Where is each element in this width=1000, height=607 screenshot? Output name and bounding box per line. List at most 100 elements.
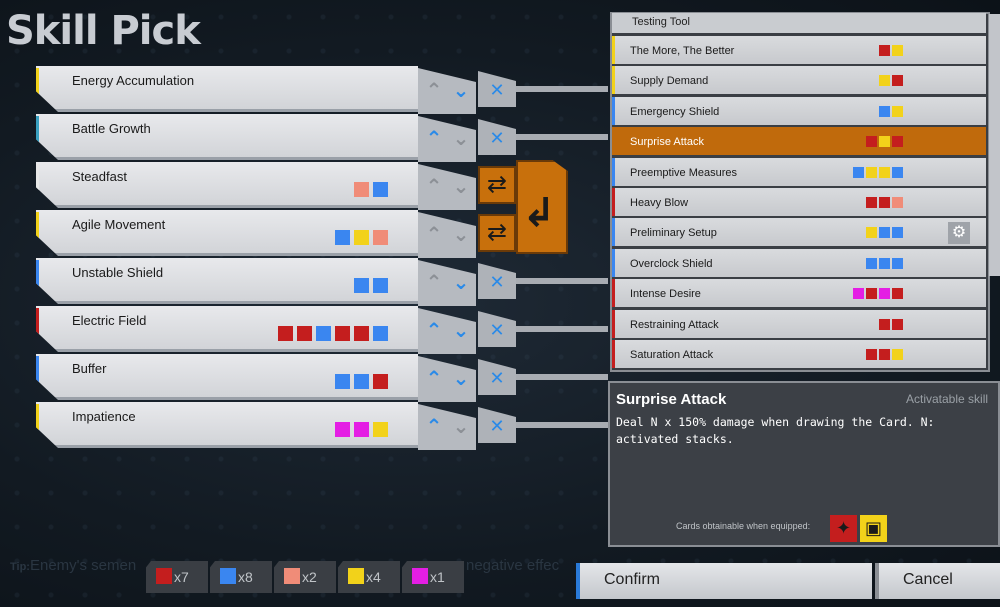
- yellow-cost-square: [892, 45, 903, 56]
- skill-slot[interactable]: Agile Movement: [36, 210, 418, 256]
- connector-line: [516, 134, 608, 140]
- move-down-icon[interactable]: ⌄: [449, 272, 473, 294]
- skill-list-item[interactable]: Emergency Shield: [612, 96, 986, 125]
- skill-list-item-name: Heavy Blow: [630, 197, 689, 209]
- card-count: x4: [366, 569, 381, 585]
- salmon-cost-square: [373, 230, 388, 245]
- card-count: x1: [430, 569, 445, 585]
- blue-cost-square: [373, 326, 388, 341]
- skill-cost-row: [853, 166, 903, 178]
- skill-list-item-name: Preemptive Measures: [630, 166, 737, 179]
- skill-slot[interactable]: Buffer: [36, 354, 418, 400]
- salmon-cost-square: [354, 182, 369, 197]
- blue-cost-square: [373, 182, 388, 197]
- connector-line: [516, 278, 608, 284]
- red-cost-square: [892, 75, 903, 87]
- red-cost-square: [297, 326, 312, 341]
- skill-list-item-name: Intense Desire: [630, 288, 701, 301]
- magenta-cost-square: [335, 422, 350, 437]
- skill-slot[interactable]: Energy Accumulation: [36, 66, 418, 112]
- red-cost-square: [278, 326, 293, 341]
- card-count: x8: [238, 569, 253, 585]
- skill-list-item[interactable]: Intense Desire: [612, 279, 986, 308]
- skill-list-item[interactable]: Restraining Attack: [612, 309, 986, 338]
- move-down-icon[interactable]: ⌄: [449, 128, 473, 150]
- yellow-cost-square: [879, 136, 890, 148]
- move-up-icon[interactable]: ⌃: [422, 224, 446, 246]
- skill-slot[interactable]: Impatience: [36, 402, 418, 448]
- magenta-card-icon: [412, 568, 428, 584]
- skill-list-item[interactable]: Overclock Shield: [612, 248, 986, 277]
- move-up-icon[interactable]: ⌃: [422, 80, 446, 102]
- move-up-icon[interactable]: ⌃: [422, 128, 446, 150]
- scrollbar[interactable]: [989, 14, 1000, 276]
- red-cost-square: [879, 349, 890, 360]
- skill-cost-row: [866, 349, 903, 360]
- skill-list-item[interactable]: Supply Demand: [612, 66, 986, 95]
- yellow-cost-square: [892, 349, 903, 360]
- tip-text-tail: negative effec: [466, 557, 560, 574]
- red-cost-square: [335, 326, 350, 341]
- move-down-icon[interactable]: ⌄: [449, 416, 473, 438]
- skill-slot-name: Impatience: [72, 409, 136, 424]
- skill-list-item[interactable]: Heavy Blow: [612, 188, 986, 216]
- move-down-icon[interactable]: ⌄: [449, 176, 473, 198]
- cancel-button[interactable]: Cancel: [875, 563, 1000, 599]
- gear-icon[interactable]: ⚙: [948, 222, 970, 244]
- skill-list-item[interactable]: Saturation Attack: [612, 340, 986, 368]
- move-down-icon[interactable]: ⌄: [449, 368, 473, 390]
- card-count: x2: [302, 569, 317, 585]
- move-up-icon[interactable]: ⌃: [422, 368, 446, 390]
- yellow-cost-square: [879, 75, 890, 87]
- red-card-icon: [156, 568, 172, 584]
- detail-description: Deal N x 150% damage when drawing the Ca…: [616, 415, 935, 446]
- magenta-cost-square: [354, 422, 369, 437]
- blue-cost-square: [879, 227, 890, 239]
- red-cost-square: [866, 349, 877, 360]
- skill-slot[interactable]: Steadfast: [36, 162, 418, 208]
- confirm-button[interactable]: Confirm: [576, 563, 872, 599]
- blue-cost-square: [335, 230, 350, 245]
- skill-slot-name: Unstable Shield: [72, 265, 164, 280]
- move-up-icon[interactable]: ⌃: [422, 176, 446, 198]
- page-title: Skill Pick: [6, 8, 201, 54]
- skill-cost-row: [879, 45, 903, 56]
- yellow-cost-square: [866, 166, 877, 178]
- salmon-card-icon: [284, 568, 300, 584]
- red-cost-square: [866, 197, 877, 208]
- skill-list-item-name: Supply Demand: [630, 75, 709, 88]
- red-cost-square: [866, 288, 877, 300]
- yellow-card-icon: ▣: [860, 515, 887, 542]
- yellow-cost-square: [866, 227, 877, 239]
- skill-cost-row: [866, 257, 903, 269]
- swap-icon[interactable]: ⇄: [478, 166, 516, 204]
- blue-cost-square: [892, 257, 903, 269]
- salmon-cost-square: [892, 197, 903, 208]
- skill-list-item[interactable]: Preemptive Measures: [612, 157, 986, 186]
- red-cost-square: [879, 318, 890, 330]
- return-arrow-icon: ↲: [522, 191, 556, 235]
- skill-slot[interactable]: Electric Field: [36, 306, 418, 352]
- skill-list-item[interactable]: The More, The Better: [612, 36, 986, 64]
- blue-cost-square: [892, 166, 903, 178]
- card-counter-magenta: x1: [402, 561, 464, 593]
- red-cost-square: [879, 197, 890, 208]
- skill-list-item[interactable]: Surprise Attack: [612, 127, 986, 156]
- magenta-cost-square: [879, 288, 890, 300]
- move-up-icon[interactable]: ⌃: [422, 272, 446, 294]
- skill-slot-name: Energy Accumulation: [72, 73, 195, 88]
- move-down-icon[interactable]: ⌄: [449, 320, 473, 342]
- skill-slot-name: Agile Movement: [72, 217, 166, 232]
- skill-list-item[interactable]: Preliminary Setup: [612, 218, 986, 247]
- red-cost-square: [354, 326, 369, 341]
- move-down-icon[interactable]: ⌄: [449, 224, 473, 246]
- move-up-icon[interactable]: ⌃: [422, 416, 446, 438]
- swap-icon[interactable]: ⇄: [478, 214, 516, 252]
- skill-list-item-name: Saturation Attack: [630, 349, 714, 361]
- move-down-icon[interactable]: ⌄: [449, 80, 473, 102]
- move-up-icon[interactable]: ⌃: [422, 320, 446, 342]
- skill-slot[interactable]: Battle Growth: [36, 114, 418, 160]
- skill-slot[interactable]: Unstable Shield: [36, 258, 418, 304]
- yellow-card-icon: [348, 568, 364, 584]
- list-header: Testing Tool: [612, 13, 986, 33]
